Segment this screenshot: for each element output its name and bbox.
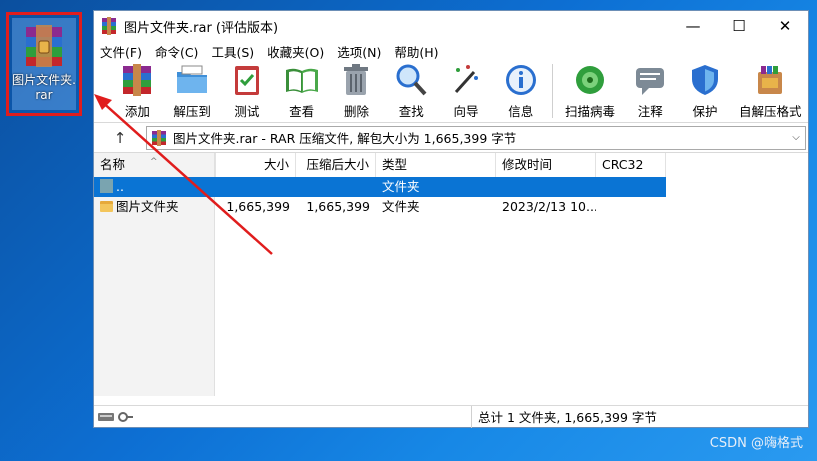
address-path-combobox[interactable]: 图片文件夹.rar - RAR 压缩文件, 解包大小为 1,665,399 字节… xyxy=(146,125,806,150)
key-icon xyxy=(118,411,133,422)
column-header-row: 名称 ^ 大小 压缩后大小 类型 修改时间 CRC32 xyxy=(94,153,666,177)
row-modified: 2023/2/13 10... xyxy=(502,199,596,214)
window-title: 图片文件夹.rar (评估版本) xyxy=(124,20,279,36)
column-header-name-label: 名称 xyxy=(100,157,126,172)
row-type: 文件夹 xyxy=(382,179,420,194)
toolbar-info-button[interactable]: 信息 xyxy=(493,62,548,122)
parent-folder-icon xyxy=(100,179,113,193)
watermark-text: CSDN @嗨格式 xyxy=(709,436,803,451)
row-size: 1,665,399 xyxy=(226,199,290,214)
status-bar: 总计 1 文件夹, 1,665,399 字节 xyxy=(94,405,808,428)
toolbar-virus-scan-button[interactable]: 扫描病毒 xyxy=(557,62,623,122)
info-icon xyxy=(505,65,536,95)
row-crc xyxy=(596,177,666,197)
table-row-parent[interactable]: .. 文件夹 xyxy=(94,177,666,197)
toolbar-find-label: 查找 xyxy=(398,104,424,119)
magnifier-icon xyxy=(396,64,427,96)
toolbar-delete-label: 删除 xyxy=(343,104,369,119)
row-name: .. xyxy=(116,179,124,194)
close-button[interactable]: ✕ xyxy=(762,11,808,41)
status-left xyxy=(94,405,472,428)
row-modified xyxy=(496,177,596,197)
table-row-folder[interactable]: 图片文件夹 1,665,399 1,665,399 文件夹 2023/2/13 … xyxy=(94,197,666,217)
up-arrow-icon[interactable]: ↑ xyxy=(94,129,146,147)
minimize-button[interactable]: — xyxy=(670,11,716,41)
virus-scan-icon xyxy=(575,66,604,94)
sfx-archive-icon xyxy=(758,66,783,94)
file-list: 名称 ^ 大小 压缩后大小 类型 修改时间 CRC32 .. 文件夹 图片文件夹… xyxy=(94,153,808,396)
toolbar-comment-button[interactable]: 注释 xyxy=(623,62,678,122)
comment-icon xyxy=(636,68,665,95)
toolbar-view-button[interactable]: 查看 xyxy=(274,62,329,122)
maximize-button[interactable]: ☐ xyxy=(716,11,762,41)
column-header-type[interactable]: 类型 xyxy=(376,153,496,177)
address-bar: ↑ 图片文件夹.rar - RAR 压缩文件, 解包大小为 1,665,399 … xyxy=(94,123,808,153)
magic-wand-icon xyxy=(454,65,478,94)
menu-favorites[interactable]: 收藏夹(O) xyxy=(267,42,324,61)
row-packed-size xyxy=(296,177,376,197)
winrar-app-icon xyxy=(102,17,116,35)
toolbar-info-label: 信息 xyxy=(508,104,534,119)
toolbar-sfx-button[interactable]: 自解压格式 xyxy=(732,62,808,122)
toolbar-view-label: 查看 xyxy=(289,104,315,119)
row-size xyxy=(216,177,296,197)
menu-bar: 文件(F) 命令(C) 工具(S) 收藏夹(O) 选项(N) 帮助(H) xyxy=(94,41,808,61)
column-header-size[interactable]: 大小 xyxy=(216,153,296,177)
row-name: 图片文件夹 xyxy=(116,199,179,214)
status-summary: 总计 1 文件夹, 1,665,399 字节 xyxy=(478,410,657,425)
toolbar-find-button[interactable]: 查找 xyxy=(384,62,439,122)
title-bar[interactable]: 图片文件夹.rar (评估版本) — ☐ ✕ xyxy=(94,11,808,41)
row-type: 文件夹 xyxy=(382,199,420,214)
chevron-down-icon[interactable]: ⌵ xyxy=(787,132,805,143)
toolbar-add-label: 添加 xyxy=(124,104,150,119)
rar-file-icon xyxy=(152,129,166,146)
folder-icon xyxy=(100,201,113,212)
sort-ascending-icon: ^ xyxy=(150,157,158,167)
row-packed-size: 1,665,399 xyxy=(306,199,370,214)
toolbar-wizard-button[interactable]: 向导 xyxy=(439,62,494,122)
winrar-archive-icon xyxy=(26,25,62,67)
row-name-cell: .. xyxy=(94,177,216,197)
toolbar-delete-button[interactable]: 删除 xyxy=(329,62,384,122)
toolbar-separator xyxy=(552,64,554,118)
toolbar-test-button[interactable]: 测试 xyxy=(220,62,275,122)
toolbar-extract-button[interactable]: 解压到 xyxy=(165,62,220,122)
menu-file[interactable]: 文件(F) xyxy=(100,42,142,61)
toolbar-protect-button[interactable]: 保护 xyxy=(678,62,733,122)
toolbar-add-button[interactable]: 添加 xyxy=(110,62,165,122)
view-book-icon xyxy=(285,68,318,93)
column-header-name[interactable]: 名称 ^ xyxy=(94,153,216,177)
menu-help[interactable]: 帮助(H) xyxy=(394,42,438,61)
trash-bin-icon xyxy=(344,64,369,95)
drive-icon xyxy=(98,412,114,421)
toolbar-protect-label: 保护 xyxy=(692,104,718,119)
address-path-text: 图片文件夹.rar - RAR 压缩文件, 解包大小为 1,665,399 字节 xyxy=(173,131,517,146)
toolbar-comment-label: 注释 xyxy=(637,104,663,119)
desktop-rar-icon[interactable]: 图片文件夹.rar xyxy=(6,12,82,116)
column-header-modified[interactable]: 修改时间 xyxy=(496,153,596,177)
winrar-window: 图片文件夹.rar (评估版本) — ☐ ✕ 文件(F) 命令(C) 工具(S)… xyxy=(93,10,809,428)
row-name-cell: 图片文件夹 xyxy=(94,197,216,217)
add-archive-icon xyxy=(123,64,152,96)
toolbar-wizard-label: 向导 xyxy=(453,104,479,119)
test-clipboard-icon xyxy=(234,66,259,95)
menu-options[interactable]: 选项(N) xyxy=(337,42,381,61)
menu-tools[interactable]: 工具(S) xyxy=(211,42,254,61)
extract-folder-icon xyxy=(177,65,208,93)
desktop-icon-label: 图片文件夹.rar xyxy=(12,73,76,102)
column-header-crc32[interactable]: CRC32 xyxy=(596,153,666,177)
shield-icon xyxy=(691,65,718,95)
toolbar-sfx-label: 自解压格式 xyxy=(738,104,802,119)
toolbar-virus-scan-label: 扫描病毒 xyxy=(564,104,615,119)
menu-commands[interactable]: 命令(C) xyxy=(155,42,198,61)
toolbar-test-label: 测试 xyxy=(234,104,260,119)
toolbar: 添加 解压到 测试 查看 删除 查找 向导 信息 扫描病毒 注释 保护 自解压格… xyxy=(94,61,808,123)
toolbar-extract-label: 解压到 xyxy=(173,104,211,119)
column-header-packed-size[interactable]: 压缩后大小 xyxy=(296,153,376,177)
row-crc xyxy=(596,197,666,217)
